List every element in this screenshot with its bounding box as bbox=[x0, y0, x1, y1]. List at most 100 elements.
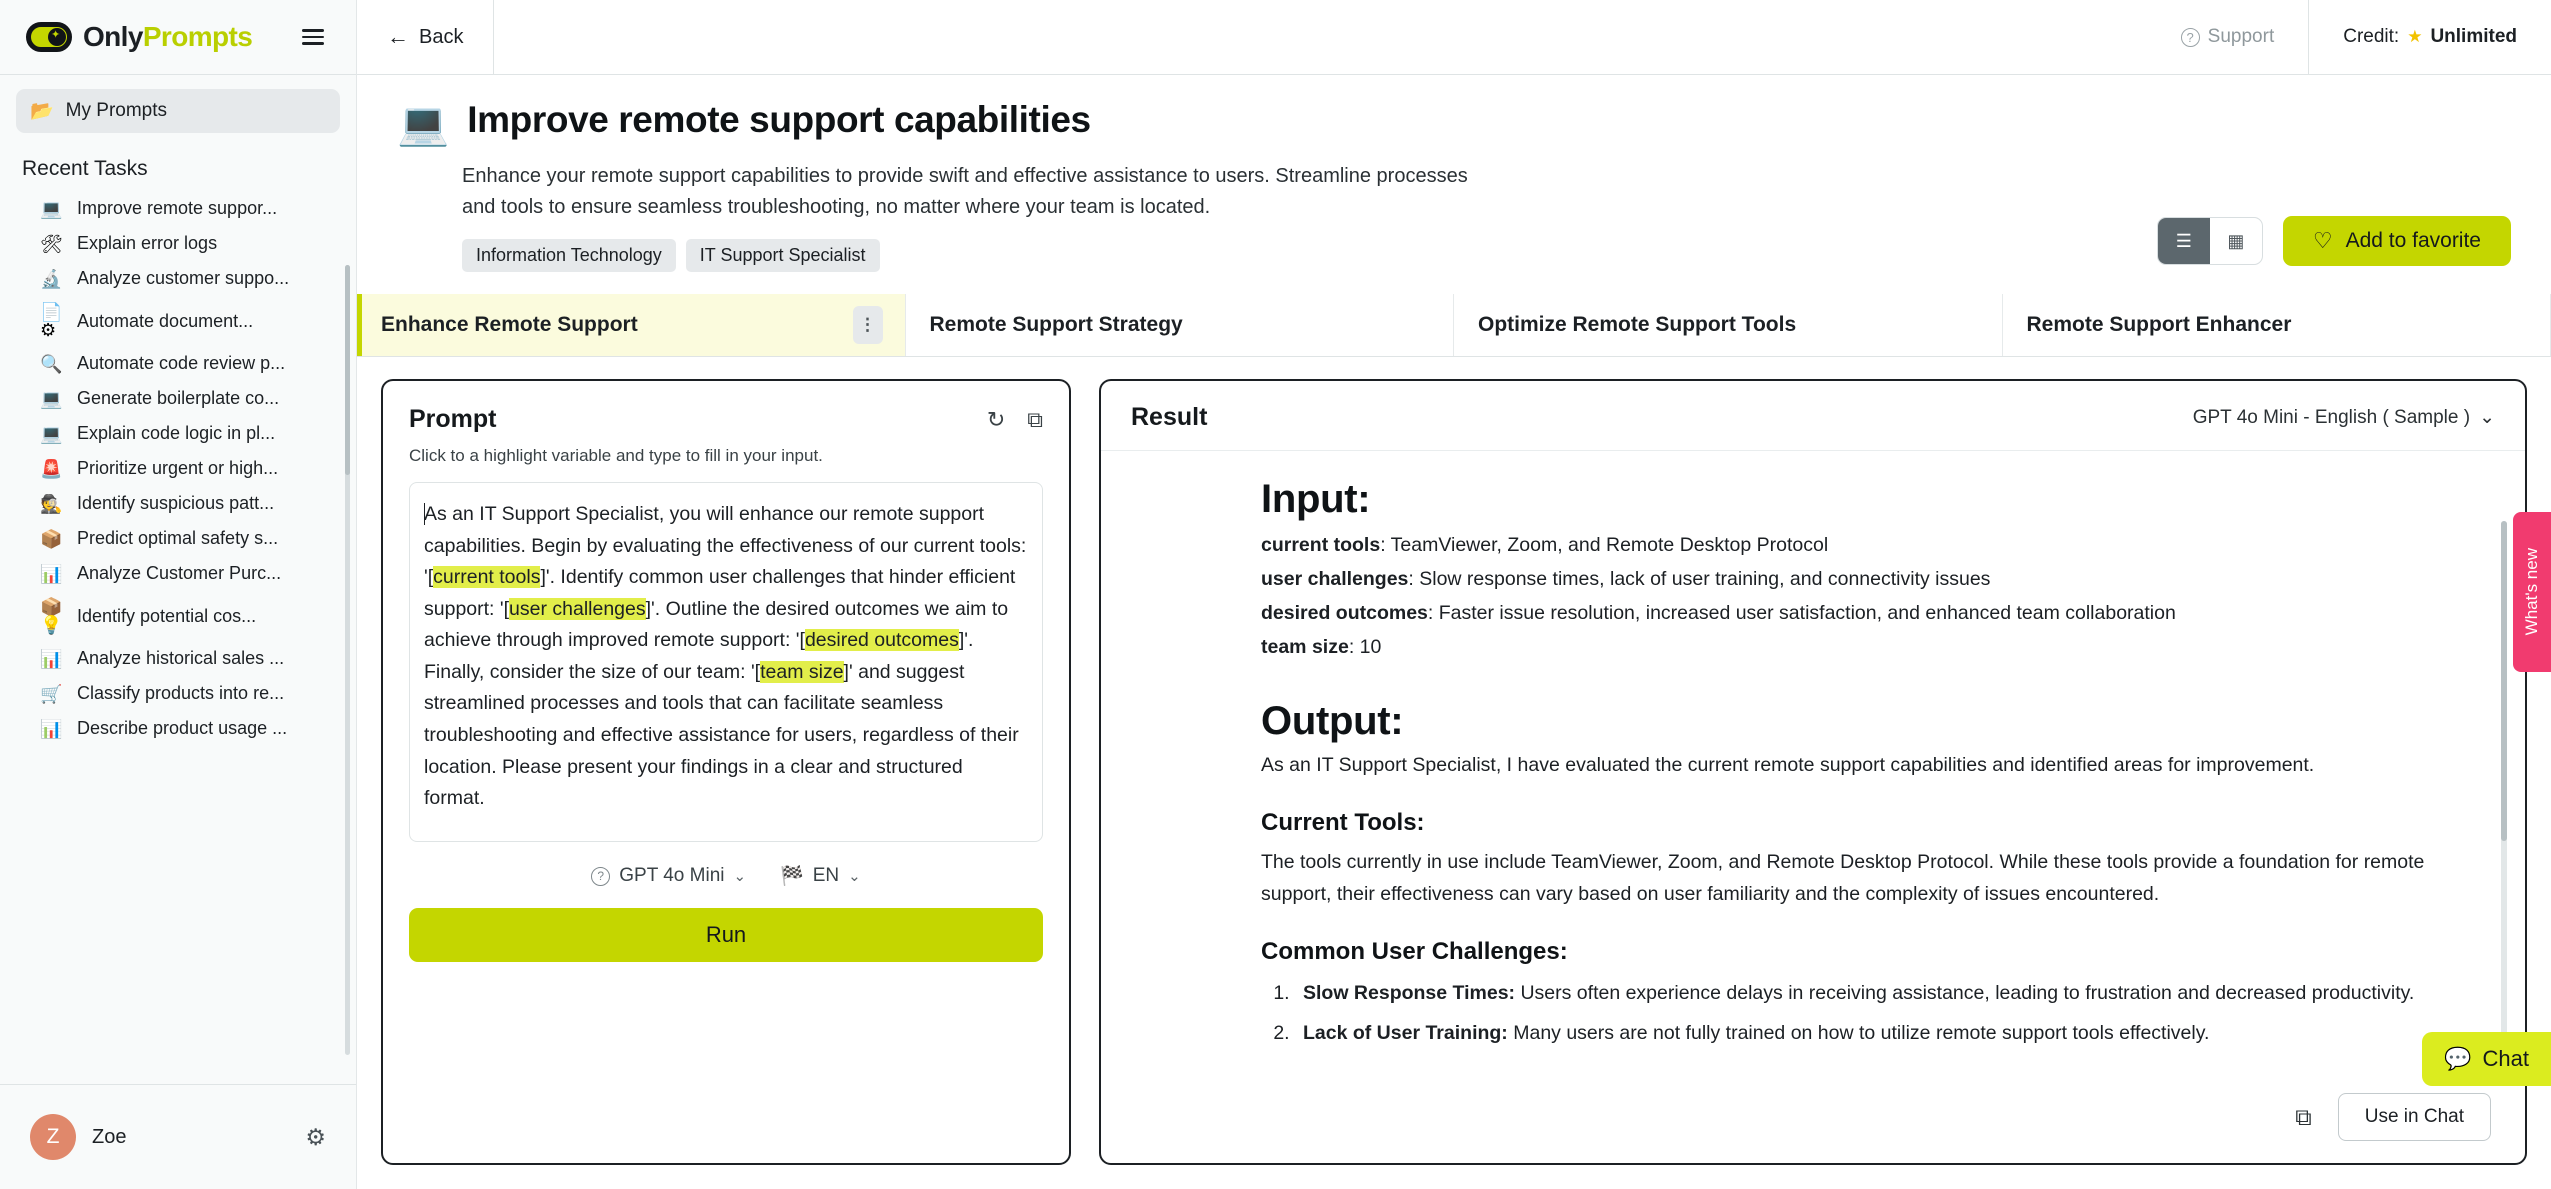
whats-new-tab[interactable]: What's new bbox=[2513, 512, 2551, 672]
result-section1-text: The tools currently in use include TeamV… bbox=[1261, 851, 2425, 905]
logo-text: OnlyPrompts bbox=[83, 21, 253, 53]
copy-icon[interactable]: ⧉ bbox=[2295, 1104, 2311, 1131]
refresh-icon[interactable]: ↻ bbox=[987, 407, 1005, 433]
chat-button[interactable]: 💬 Chat bbox=[2422, 1032, 2551, 1086]
menu-hamburger-icon[interactable] bbox=[296, 23, 330, 51]
prompt-variable[interactable]: user challenges bbox=[509, 597, 646, 620]
sidebar-item-task[interactable]: 📊 Describe product usage ... bbox=[0, 711, 356, 746]
chat-bubble-icon: 💬 bbox=[2444, 1046, 2472, 1071]
prompt-text-segment: ]' and suggest streamlined processes and… bbox=[424, 660, 1019, 810]
result-scrollbar-thumb[interactable] bbox=[2501, 521, 2507, 841]
result-input-value: : Faster issue resolution, increased use… bbox=[1427, 602, 2176, 625]
sidebar-item-task[interactable]: 💻 Generate boilerplate co... bbox=[0, 381, 356, 416]
sidebar-section-title: Recent Tasks bbox=[22, 157, 148, 180]
tab-item[interactable]: Optimize Remote Support Tools bbox=[1454, 294, 2003, 356]
tag-item[interactable]: Information Technology bbox=[462, 239, 676, 272]
result-model-selector[interactable]: GPT 4o Mini - English ( Sample ) ⌄ bbox=[2193, 406, 2495, 429]
add-to-favorite-label: Add to favorite bbox=[2345, 229, 2481, 252]
sidebar-item-task[interactable]: 💻 Improve remote suppor... bbox=[0, 191, 356, 226]
logo-text-only: Only bbox=[83, 21, 143, 52]
prompt-variable[interactable]: desired outcomes bbox=[804, 629, 959, 652]
sidebar-item-task-label: Automate document... bbox=[77, 310, 254, 331]
sidebar-item-task[interactable]: 📊 Analyze historical sales ... bbox=[0, 641, 356, 676]
model-selector[interactable]: ? GPT 4o Mini ⌄ bbox=[591, 865, 746, 887]
result-input-row: desired outcomes: Faster issue resolutio… bbox=[1261, 596, 2435, 630]
result-challenge-text: Many users are not fully trained on how … bbox=[1507, 1021, 2210, 1044]
result-challenge-item: Lack of User Training: Many users are no… bbox=[1295, 1018, 2435, 1050]
sidebar-item-task[interactable]: 🕵 Identify suspicious patt... bbox=[0, 486, 356, 521]
sidebar-item-task-label: Identify suspicious patt... bbox=[77, 493, 275, 513]
add-to-favorite-button[interactable]: ♡ Add to favorite bbox=[2282, 216, 2511, 266]
whats-new-label: What's new bbox=[2522, 548, 2541, 636]
page-header: 💻 Improve remote support capabilities En… bbox=[357, 75, 2551, 272]
sidebar-scrollbar-thumb[interactable] bbox=[345, 265, 350, 475]
grid-view-button[interactable]: ▦ bbox=[2210, 218, 2262, 264]
use-in-chat-button[interactable]: Use in Chat bbox=[2337, 1093, 2491, 1141]
result-input-key: team size bbox=[1261, 636, 1349, 659]
support-link[interactable]: ? Support bbox=[2180, 26, 2274, 48]
task-icon: 💻 bbox=[40, 423, 63, 444]
language-selector[interactable]: 🏁 EN ⌄ bbox=[780, 864, 861, 888]
chat-button-label: Chat bbox=[2482, 1046, 2529, 1071]
avatar[interactable]: Z bbox=[30, 1114, 76, 1160]
task-icon: 📄⚙ bbox=[40, 302, 63, 340]
task-icon: 🔍 bbox=[40, 353, 63, 374]
result-input-value: : 10 bbox=[1348, 636, 1382, 659]
sidebar-item-task[interactable]: 🔬 Analyze customer suppo... bbox=[0, 261, 356, 296]
tab-item[interactable]: Remote Support Strategy bbox=[905, 294, 1454, 356]
tag-item[interactable]: IT Support Specialist bbox=[685, 239, 880, 272]
task-icon: 🚨 bbox=[40, 458, 63, 479]
sidebar-item-my-prompts[interactable]: 📂 My Prompts bbox=[16, 89, 340, 133]
sidebar-item-task[interactable]: 🛒 Classify products into re... bbox=[0, 676, 356, 711]
result-input-row: user challenges: Slow response times, la… bbox=[1261, 562, 2435, 596]
task-icon: 📊 bbox=[40, 648, 63, 669]
prompt-panel-title: Prompt bbox=[409, 405, 497, 433]
copy-icon[interactable]: ⧉ bbox=[1027, 407, 1043, 433]
result-challenges-list: Slow Response Times: Users often experie… bbox=[1295, 978, 2435, 1049]
sidebar-item-task[interactable]: 📦💡 Identify potential cos... bbox=[0, 591, 356, 641]
sidebar-scrollbar[interactable] bbox=[345, 265, 350, 1055]
sidebar-item-task-label: Identify potential cos... bbox=[77, 605, 257, 626]
tab-item[interactable]: Remote Support Enhancer bbox=[2002, 294, 2551, 356]
result-content: Input: current tools: TeamViewer, Zoom, … bbox=[1101, 451, 2525, 1083]
sidebar-item-task[interactable]: 📊 Analyze Customer Purc... bbox=[0, 556, 356, 591]
recent-tasks-list: 💻 Improve remote suppor... 🛠 Explain error … bbox=[0, 191, 356, 746]
sidebar-item-task[interactable]: 💻 Explain code logic in pl... bbox=[0, 416, 356, 451]
sidebar-item-task-label: Explain error logs bbox=[77, 233, 218, 253]
tab-menu-icon[interactable]: ⋮ bbox=[852, 306, 883, 344]
prompt-hint: Click to a highlight variable and type t… bbox=[409, 446, 823, 465]
sidebar-item-task[interactable]: 🛠 Explain error logs bbox=[0, 226, 356, 261]
sidebar-item-task-label: Analyze Customer Purc... bbox=[77, 563, 282, 583]
sidebar-item-task[interactable]: 📄⚙ Automate document... bbox=[0, 296, 356, 346]
view-toggle: ☰ ▦ bbox=[2156, 217, 2263, 265]
sidebar-footer: Z Zoe ⚙ bbox=[0, 1084, 356, 1189]
tab-item[interactable]: Enhance Remote Support ⋮ bbox=[357, 294, 906, 356]
task-icon: 📦 bbox=[40, 528, 63, 549]
result-footer: ⧉ Use in Chat bbox=[1101, 1083, 2525, 1163]
sidebar-item-task-label: Describe product usage ... bbox=[77, 718, 288, 738]
prompt-variable[interactable]: current tools bbox=[433, 566, 541, 589]
task-icon: 📊 bbox=[40, 718, 63, 739]
sidebar-item-task-label: Explain code logic in pl... bbox=[77, 423, 276, 443]
task-icon: 🛠 bbox=[40, 233, 63, 254]
result-challenge-text: Users often experience delays in receivi… bbox=[1515, 982, 2415, 1005]
result-input-value: : TeamViewer, Zoom, and Remote Desktop P… bbox=[1380, 534, 1829, 556]
language-selector-label: EN bbox=[812, 865, 840, 886]
chevron-down-icon: ⌄ bbox=[2479, 407, 2495, 428]
sidebar-item-task[interactable]: 🔍 Automate code review p... bbox=[0, 346, 356, 381]
sidebar-item-task-label: Analyze historical sales ... bbox=[77, 648, 285, 668]
result-scrollbar[interactable] bbox=[2501, 521, 2507, 1083]
sidebar-item-task[interactable]: 📦 Predict optimal safety s... bbox=[0, 521, 356, 556]
run-button[interactable]: Run bbox=[409, 908, 1043, 962]
prompt-variable[interactable]: team size bbox=[760, 660, 844, 683]
sidebar-item-task[interactable]: 🚨 Prioritize urgent or high... bbox=[0, 451, 356, 486]
sidebar-item-task-label: Analyze customer suppo... bbox=[77, 268, 290, 288]
app-logo[interactable]: OnlyPrompts bbox=[26, 21, 296, 53]
list-view-button[interactable]: ☰ bbox=[2157, 218, 2210, 264]
back-button[interactable]: ← Back bbox=[357, 0, 495, 75]
sidebar: OnlyPrompts 📂 My Prompts Recent Tasks 💻 I… bbox=[0, 0, 357, 1189]
prompt-textarea[interactable]: As an IT Support Specialist, you will en… bbox=[409, 482, 1043, 842]
sidebar-scroll-area: 📂 My Prompts Recent Tasks 💻 Improve remot… bbox=[0, 75, 356, 1084]
result-input-value: : Slow response times, lack of user trai… bbox=[1408, 568, 1991, 591]
gear-icon[interactable]: ⚙ bbox=[305, 1124, 326, 1151]
